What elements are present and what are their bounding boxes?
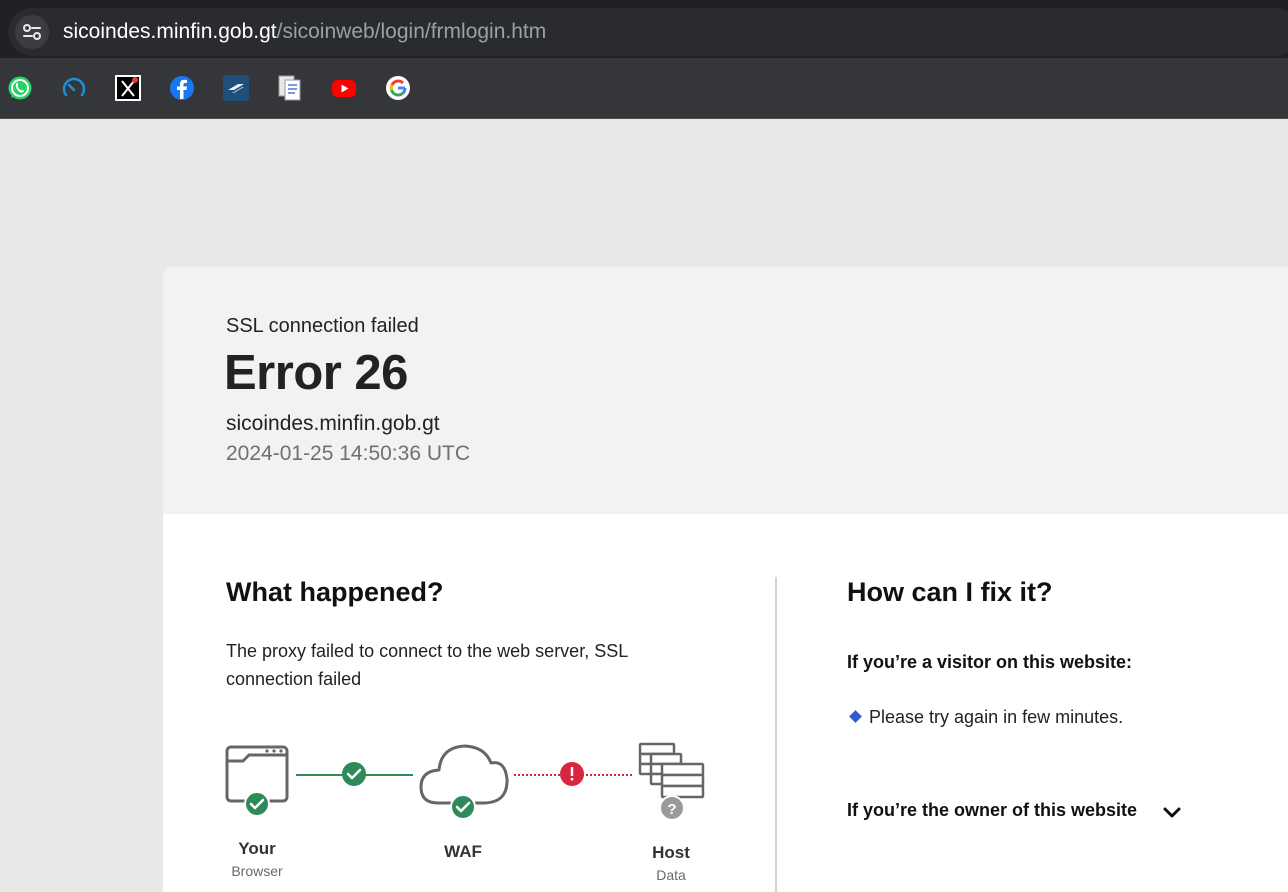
- speedtest-icon[interactable]: [61, 75, 87, 101]
- visitor-heading: If you’re a visitor on this website:: [847, 652, 1133, 672]
- how-to-fix-heading: How can I fix it?: [847, 577, 1053, 607]
- waf-ok-check-icon: [450, 794, 476, 820]
- url-host: sicoindes.minfin.gob.gt: [63, 20, 277, 43]
- site-info-button[interactable]: [15, 15, 49, 49]
- whatsapp-icon[interactable]: [7, 75, 33, 101]
- visitor-tip-text: Please try again in few minutes.: [869, 707, 1124, 727]
- host-unknown-icon: ?: [659, 795, 685, 821]
- app-logo-icon[interactable]: [223, 75, 249, 101]
- link-error-icon: [560, 762, 584, 786]
- host-sublabel: Data: [656, 867, 686, 883]
- bullet-diamond-icon: [849, 710, 862, 723]
- bookmarks-bar: [0, 58, 1288, 119]
- column-divider: [775, 577, 777, 892]
- chevron-down-icon[interactable]: [1161, 801, 1183, 823]
- browser-toolbar: sicoindes.minfin.gob.gt/sicoinweb/login/…: [0, 0, 1288, 58]
- connection-diagram: ?: [225, 742, 705, 821]
- visitor-tip: Please try again in few minutes.: [849, 707, 1124, 728]
- youtube-icon[interactable]: [331, 75, 357, 101]
- facebook-icon[interactable]: [169, 75, 195, 101]
- url-text[interactable]: sicoindes.minfin.gob.gt/sicoinweb/login/…: [63, 20, 546, 44]
- address-bar[interactable]: sicoindes.minfin.gob.gt/sicoinweb/login/…: [8, 8, 1288, 56]
- waf-label: WAF: [444, 842, 482, 861]
- x-icon[interactable]: [115, 75, 141, 101]
- host-label: Host: [652, 843, 690, 862]
- svg-text:?: ?: [667, 801, 676, 818]
- owner-section-toggle[interactable]: If you’re the owner of this website: [847, 800, 1137, 821]
- docs-icon[interactable]: [277, 75, 303, 101]
- browser-sublabel: Browser: [231, 863, 283, 879]
- google-icon[interactable]: [385, 75, 411, 101]
- host-servers-icon: [638, 742, 705, 799]
- link-ok-check-icon: [342, 762, 366, 786]
- tune-icon: [23, 24, 41, 40]
- url-path: /sicoinweb/login/frmlogin.htm: [276, 20, 547, 43]
- browser-ok-check-icon: [244, 791, 270, 817]
- error-card: SSL connection failed Error 26 sicoindes…: [163, 267, 1288, 892]
- browser-label: Your: [238, 839, 276, 858]
